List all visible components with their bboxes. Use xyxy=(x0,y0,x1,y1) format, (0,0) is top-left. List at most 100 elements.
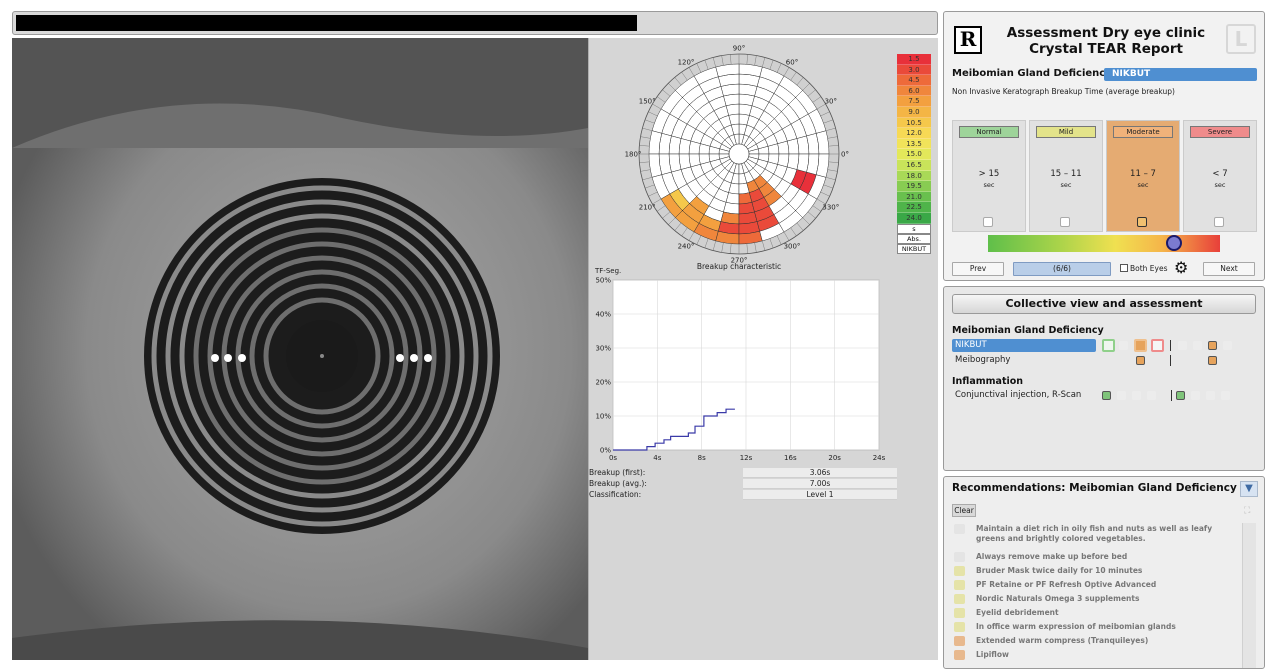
y-tick-label: 0% xyxy=(600,447,611,455)
severity-range: 15 – 11 xyxy=(1050,169,1082,179)
severity-moderate[interactable]: Moderate 11 – 7 sec xyxy=(1106,120,1180,232)
right-eye-logo[interactable]: R xyxy=(954,26,982,54)
x-tick-label: 0s xyxy=(609,454,617,462)
recommendation-checkbox[interactable] xyxy=(954,552,965,562)
gear-icon[interactable]: ⚙ xyxy=(1174,260,1188,276)
row-divider xyxy=(1170,355,1171,366)
recommendations-panel: Recommendations: Meibomian Gland Deficie… xyxy=(943,476,1265,669)
severity-normal[interactable]: Normal > 15 sec xyxy=(952,120,1026,232)
recommendation-checkbox[interactable] xyxy=(954,566,965,576)
scale-cell: 10.5 xyxy=(897,117,931,129)
breakup-polar-map: 90°60°30°0°330°300°270°240°210°180°150°1… xyxy=(625,45,849,265)
severity-checkbox[interactable] xyxy=(1137,217,1147,227)
group-title-inflammation: Inflammation xyxy=(952,376,1024,387)
metric-description: Non Invasive Keratograph Breakup Time (a… xyxy=(952,87,1175,96)
severity-checkbox[interactable] xyxy=(1214,217,1224,227)
scale-unit-label: NIKBUT xyxy=(897,243,931,254)
severity-severe[interactable]: Severe < 7 sec xyxy=(1183,120,1257,232)
recommendation-checkbox[interactable] xyxy=(954,524,965,534)
scale-unit-label: Abs. xyxy=(897,233,931,244)
page-indicator: (6/6) xyxy=(1013,262,1111,276)
status-normal-marker xyxy=(1176,391,1185,400)
y-tick-label: 40% xyxy=(595,311,611,319)
stat-label: Classification: xyxy=(589,490,642,499)
report-title: Assessment Dry eye clinic Crystal TEAR R… xyxy=(992,25,1220,57)
recommendation-text: Maintain a diet rich in oily fish and nu… xyxy=(976,524,1213,543)
status-empty-marker xyxy=(1193,341,1202,350)
collective-row-meibography[interactable]: Meibography xyxy=(952,354,1258,367)
recommendations-scrollbar[interactable] xyxy=(1242,523,1256,668)
collective-row-conjunctival[interactable]: Conjunctival injection, R-Scan xyxy=(952,389,1258,402)
recommendation-checkbox[interactable] xyxy=(954,636,965,646)
status-empty-marker xyxy=(1132,391,1141,400)
severity-checkbox[interactable] xyxy=(983,217,993,227)
recommendation-text: Eyelid debridement xyxy=(976,608,1059,617)
collective-view-button[interactable]: Collective view and assessment xyxy=(952,294,1256,314)
stat-row-first: Breakup (first): 3.06s xyxy=(589,468,939,479)
status-moderate-marker xyxy=(1208,341,1217,350)
chevron-down-icon[interactable]: ▼ xyxy=(1240,481,1258,497)
polar-angle-label: 180° xyxy=(625,151,642,159)
row-label: Meibography xyxy=(955,355,1011,365)
severity-gradient-slider[interactable] xyxy=(988,235,1220,252)
stat-row-avg: Breakup (avg.): 7.00s xyxy=(589,479,939,490)
scale-cell: 3.0 xyxy=(897,64,931,76)
severity-tag: Severe xyxy=(1190,126,1250,138)
polar-angle-label: 60° xyxy=(786,59,798,67)
measurement-progress-bar xyxy=(12,11,938,35)
severity-tag: Mild xyxy=(1036,126,1096,138)
report-title-line1: Assessment Dry eye clinic xyxy=(1006,25,1206,41)
left-eye-logo[interactable]: L xyxy=(1226,24,1256,54)
app-window: 90° 60° 30° 0° 330° 300° 270° 240° 210° 180° 150° 1… xyxy=(0,0,1280,669)
expand-icon[interactable]: ⛶ xyxy=(1244,506,1250,516)
recommendation-text: PF Retaine or PF Refresh Optive Advanced xyxy=(976,580,1157,589)
next-button[interactable]: Next xyxy=(1203,262,1255,276)
scale-cell: 9.0 xyxy=(897,106,931,118)
clear-button[interactable]: Clear xyxy=(952,504,976,517)
severity-unit: sec xyxy=(1060,181,1072,189)
status-empty-marker xyxy=(1191,391,1200,400)
recommendation-checkbox[interactable] xyxy=(954,594,965,604)
analysis-panel: 90° 60° 30° 0° 330° 300° 270° 240° 210° 180° 150° 1… xyxy=(588,38,938,660)
polar-cell xyxy=(678,138,692,155)
eye-image xyxy=(12,38,588,660)
slider-knob[interactable] xyxy=(1165,235,1182,251)
polar-cell xyxy=(777,153,790,168)
severity-unit: sec xyxy=(983,181,995,189)
group-title-mgd: Meibomian Gland Deficiency xyxy=(952,325,1104,336)
both-eyes-toggle[interactable]: Both Eyes xyxy=(1120,262,1168,276)
report-title-line2: Crystal TEAR Report xyxy=(1029,41,1183,57)
status-empty-marker xyxy=(1223,341,1232,350)
scale-cell: 18.0 xyxy=(897,170,931,182)
severity-range: 11 – 7 xyxy=(1130,169,1156,179)
stat-row-classification: Classification: Level 1 xyxy=(589,490,939,501)
mgd-metric-select[interactable]: NIKBUT xyxy=(1104,68,1257,81)
scale-cell: 19.5 xyxy=(897,181,931,192)
recommendation-checkbox[interactable] xyxy=(954,608,965,618)
x-tick-label: 20s xyxy=(828,454,841,462)
both-eyes-checkbox[interactable] xyxy=(1120,264,1128,272)
collective-row-nikbut[interactable]: NIKBUT xyxy=(952,339,1258,352)
status-empty-marker xyxy=(1147,391,1156,400)
y-tick-label: 10% xyxy=(595,413,611,421)
polar-cell xyxy=(723,201,740,215)
severity-tag: Normal xyxy=(959,126,1019,138)
scale-cell: 22.5 xyxy=(897,202,931,213)
x-tick-label: 24s xyxy=(873,454,886,462)
recommendation-text: Extended warm compress (Tranquileyes) xyxy=(976,636,1149,645)
status-moderate-marker xyxy=(1208,356,1217,365)
recommendation-checkbox[interactable] xyxy=(954,650,965,660)
x-tick-label: 12s xyxy=(740,454,753,462)
scale-cell: 15.0 xyxy=(897,149,931,160)
status-empty-marker xyxy=(1206,391,1215,400)
polar-cell xyxy=(738,93,755,107)
recommendation-checkbox[interactable] xyxy=(954,622,965,632)
prev-button[interactable]: Prev xyxy=(952,262,1004,276)
recommendation-checkbox[interactable] xyxy=(954,580,965,590)
recommendation-text: Nordic Naturals Omega 3 supplements xyxy=(976,594,1140,603)
severity-mild[interactable]: Mild 15 – 11 sec xyxy=(1029,120,1103,232)
polar-cell xyxy=(725,192,740,205)
severity-checkbox[interactable] xyxy=(1060,217,1070,227)
recommendation-text: Always remove make up before bed xyxy=(976,552,1128,561)
polar-angle-label: 30° xyxy=(825,98,837,106)
